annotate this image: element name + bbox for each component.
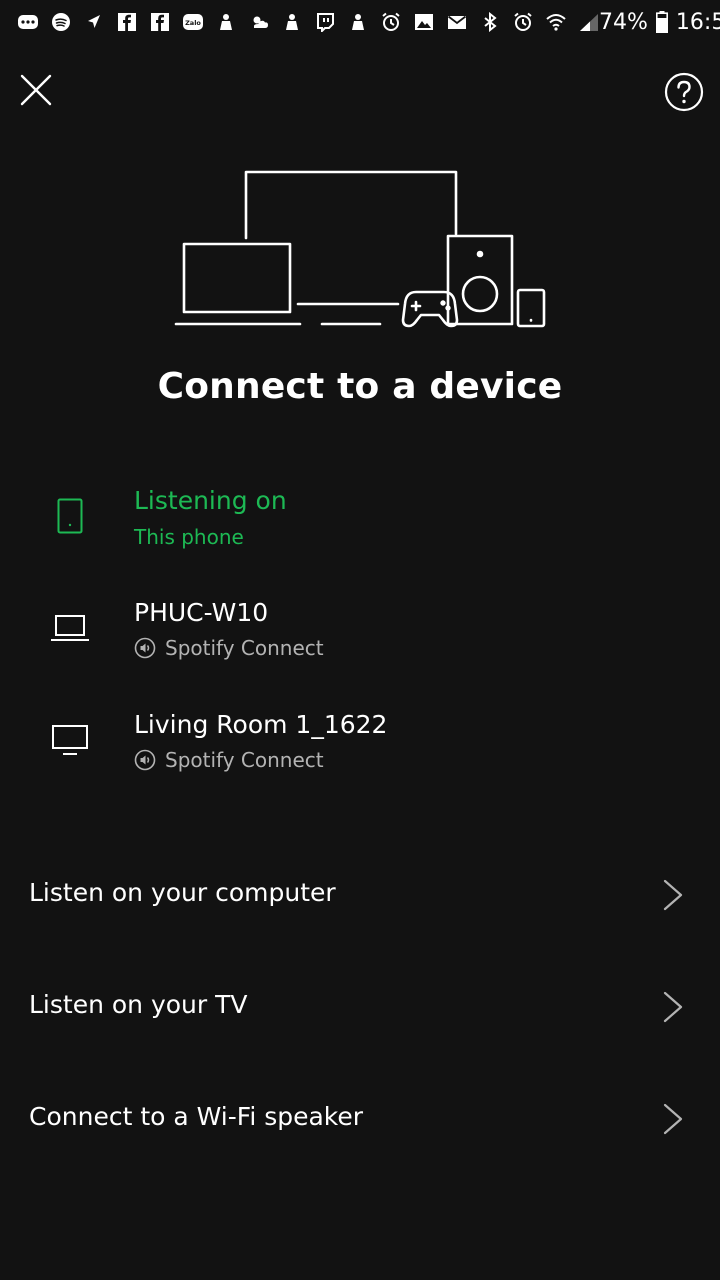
close-button[interactable] (18, 72, 54, 108)
twitch-icon (315, 12, 335, 32)
zalo-label: Zalo (185, 19, 201, 27)
battery-percent: 74% (599, 9, 648, 35)
contact-icon (348, 12, 368, 32)
page-title: Connect to a device (157, 366, 563, 407)
device-subtitle: This phone (134, 525, 244, 549)
facebook-icon (117, 12, 137, 32)
phone-icon (46, 492, 94, 540)
help-button[interactable] (664, 72, 704, 112)
gallery-icon (414, 12, 434, 32)
signal-icon (579, 12, 599, 32)
device-name: Living Room 1_1622 (134, 710, 388, 739)
option-label: Listen on your computer (29, 878, 336, 907)
device-this-phone[interactable]: Listening on This phone (0, 472, 720, 572)
phone-illustration (516, 288, 546, 328)
chevron-right-icon (663, 1103, 683, 1135)
contact-icon (216, 12, 236, 32)
device-phuc-w10[interactable]: PHUC-W10 Spotify Connect (0, 584, 720, 684)
help-icon (664, 72, 704, 112)
option-label: Connect to a Wi-Fi speaker (29, 1102, 364, 1131)
spotify-icon (51, 12, 71, 32)
device-living-room[interactable]: Living Room 1_1622 Spotify Connect (0, 696, 720, 796)
spotify-connect-icon (134, 637, 156, 659)
device-subtitle-text: Spotify Connect (165, 636, 324, 660)
bluetooth-icon (480, 12, 500, 32)
alarm-icon (513, 12, 533, 32)
status-bar: Zalo 74% 16:5 (0, 0, 720, 44)
weather-icon (249, 12, 269, 32)
device-subtitle-text: Spotify Connect (165, 748, 324, 772)
alarm-icon (381, 12, 401, 32)
zalo-icon: Zalo (183, 12, 203, 32)
laptop-illustration (174, 242, 302, 326)
speaker-illustration (446, 234, 514, 326)
connect-wifi-speaker-option[interactable]: Connect to a Wi-Fi speaker (0, 1080, 720, 1160)
device-subtitle: Spotify Connect (134, 636, 324, 660)
facebook-icon (150, 12, 170, 32)
wifi-icon (546, 12, 566, 32)
device-name: Listening on (134, 486, 287, 515)
status-right: 74% 16:53 (599, 10, 720, 35)
listen-on-tv-option[interactable]: Listen on your TV (0, 968, 720, 1048)
mail-icon (447, 12, 467, 32)
chevron-right-icon (663, 879, 683, 911)
more-icon (18, 12, 38, 32)
tv-illustration (244, 170, 458, 240)
clock: 16:53 (675, 9, 720, 35)
device-subtitle: Spotify Connect (134, 748, 324, 772)
chevron-right-icon (663, 991, 683, 1023)
tv-icon (46, 716, 94, 764)
contact-icon (282, 12, 302, 32)
spotify-connect-icon (134, 749, 156, 771)
notification-icons: Zalo (18, 12, 599, 32)
navigation-icon (84, 12, 104, 32)
devices-illustration (170, 168, 550, 330)
listen-on-computer-option[interactable]: Listen on your computer (0, 856, 720, 936)
close-icon (20, 74, 52, 106)
battery-icon (655, 11, 668, 33)
laptop-icon (46, 604, 94, 652)
device-name: PHUC-W10 (134, 598, 269, 627)
option-label: Listen on your TV (29, 990, 248, 1019)
